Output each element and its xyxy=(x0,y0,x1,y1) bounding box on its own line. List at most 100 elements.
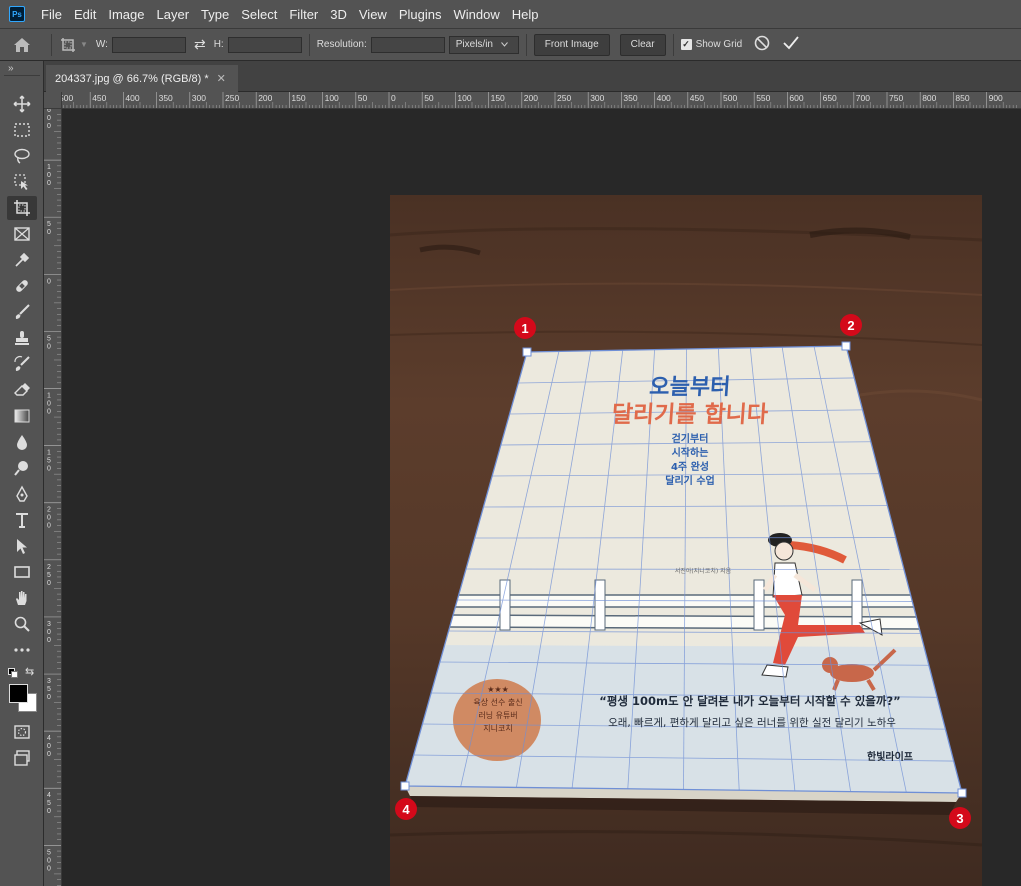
menu-select[interactable]: Select xyxy=(235,0,283,29)
move-tool-icon[interactable] xyxy=(7,92,37,116)
menu-file[interactable]: File xyxy=(35,0,68,29)
collapse-panel-icon[interactable]: » xyxy=(8,63,14,74)
perspective-crop-preset-icon[interactable]: ▼ xyxy=(59,36,88,54)
dodge-tool-icon[interactable] xyxy=(7,456,37,480)
resolution-label: Resolution: xyxy=(316,39,367,50)
ruler-label: 100 xyxy=(325,93,339,103)
ruler-label: 500 xyxy=(62,93,73,103)
blur-tool-icon[interactable] xyxy=(7,430,37,454)
document-image[interactable]: 오늘부터 달리기를 합니다 걷기부터 시작하는 4주 완성 달리기 수업 서진아(지니… xyxy=(389,195,983,886)
marker-2: 2 xyxy=(840,314,862,336)
checkmark-icon: ✓ xyxy=(680,39,692,50)
ruler-label: 150 xyxy=(491,93,505,103)
subtitle-line: 4주 완성 xyxy=(670,462,710,473)
menu-layer[interactable]: Layer xyxy=(151,0,196,29)
ruler-label: 50 xyxy=(358,93,368,103)
hand-tool-icon[interactable] xyxy=(7,586,37,610)
chevron-down-icon xyxy=(501,42,508,47)
zoom-tool-icon[interactable] xyxy=(7,612,37,636)
menu-view[interactable]: View xyxy=(353,0,393,29)
gradient-tool-icon[interactable] xyxy=(7,404,37,428)
badge-line: 러닝 유튜버 xyxy=(478,711,518,720)
ruler-label: 100 xyxy=(47,164,51,187)
subtitle-line: 걷기부터 xyxy=(671,434,709,445)
photoshop-logo: Ps xyxy=(9,6,25,22)
brush-tool-icon[interactable] xyxy=(7,300,37,324)
menu-edit[interactable]: Edit xyxy=(68,0,102,29)
eyedropper-tool-icon[interactable] xyxy=(7,248,37,272)
home-icon[interactable] xyxy=(0,29,44,61)
menu-type[interactable]: Type xyxy=(195,0,235,29)
vertical-ruler[interactable]: 6001005005010015020025030035040045050055… xyxy=(44,109,62,886)
ruler-label: 500 xyxy=(723,93,737,103)
horizontal-ruler[interactable]: 5004504003503002502001501005005010015020… xyxy=(62,92,1021,109)
default-colors-icon[interactable] xyxy=(8,668,18,678)
crop-handle-bottom-left[interactable] xyxy=(400,781,410,791)
rectangle-tool-icon[interactable] xyxy=(7,560,37,584)
menu-image[interactable]: Image xyxy=(102,0,150,29)
canvas-area[interactable]: 오늘부터 달리기를 합니다 걷기부터 시작하는 4주 완성 달리기 수업 서진아(지니… xyxy=(62,109,1021,886)
cancel-icon[interactable] xyxy=(754,35,770,54)
crop-handle-top-right[interactable] xyxy=(841,341,851,351)
badge-text: ★★★ 육상 선수 출신 러닝 유튜버 지니코치 xyxy=(453,683,543,735)
book-subtitle: 걷기부터 시작하는 4주 완성 달리기 수업 xyxy=(640,433,740,489)
swap-icon[interactable]: ⇄ xyxy=(194,36,206,53)
options-bar: ▼ W: ⇄ H: Resolution: Pixels/in Front Im… xyxy=(0,29,1021,61)
ruler-label: 350 xyxy=(623,93,637,103)
pen-tool-icon[interactable] xyxy=(7,482,37,506)
ruler-label: 200 xyxy=(524,93,538,103)
show-grid-checkbox[interactable]: ✓ Show Grid xyxy=(680,39,742,50)
perspective-crop-tool-icon[interactable] xyxy=(7,196,37,220)
badge-line: 육상 선수 출신 xyxy=(473,698,523,707)
clone-stamp-tool-icon[interactable] xyxy=(7,326,37,350)
ruler-label: 800 xyxy=(922,93,936,103)
marker-1: 1 xyxy=(514,317,536,339)
menu-plugins[interactable]: Plugins xyxy=(393,0,448,29)
menu-bar: Ps File Edit Image Layer Type Select Filter 3D V… xyxy=(0,0,1021,29)
marquee-tool-icon[interactable] xyxy=(7,118,37,142)
book-title-line2: 달리기를 합니다 xyxy=(610,402,769,428)
crop-handle-top-left[interactable] xyxy=(522,347,532,357)
width-input[interactable] xyxy=(111,36,186,53)
resolution-input[interactable] xyxy=(370,36,445,53)
book-publisher: 한빛라이프 xyxy=(867,752,913,763)
foreground-color-swatch[interactable] xyxy=(9,684,28,703)
more-tools-icon[interactable] xyxy=(7,638,37,662)
units-value: Pixels/in xyxy=(455,39,493,50)
height-input[interactable] xyxy=(227,36,302,53)
ruler-label: 150 xyxy=(291,93,305,103)
subtitle-line: 시작하는 xyxy=(671,448,709,459)
commit-icon[interactable] xyxy=(782,35,800,54)
menu-help[interactable]: Help xyxy=(506,0,545,29)
ruler-label: 300 xyxy=(47,621,51,644)
close-icon[interactable]: ✕ xyxy=(217,72,226,85)
lasso-tool-icon[interactable] xyxy=(7,144,37,168)
clear-button[interactable]: Clear xyxy=(619,33,666,56)
menu-3d[interactable]: 3D xyxy=(324,0,353,29)
eraser-tool-icon[interactable] xyxy=(7,378,37,402)
ruler-label: 700 xyxy=(856,93,870,103)
width-label: W: xyxy=(95,39,108,50)
vertical-ruler-ticks: 6001005005010015020025030035040045050055… xyxy=(44,109,61,886)
menu-window[interactable]: Window xyxy=(447,0,505,29)
screen-mode-icon[interactable] xyxy=(7,746,37,770)
front-image-button[interactable]: Front Image xyxy=(533,33,610,56)
frame-tool-icon[interactable] xyxy=(7,222,37,246)
marker-4: 4 xyxy=(395,798,417,820)
healing-brush-tool-icon[interactable] xyxy=(7,274,37,298)
ruler-label: 400 xyxy=(657,93,671,103)
book-tagline: 오래, 빠르게, 편하게 달리고 싶은 러너를 위한 실전 달리기 노하우 xyxy=(608,717,896,729)
book-quote: “평생 100m도 안 달려본 내가 오늘부터 시작할 수 있을까?” xyxy=(599,694,901,708)
path-selection-tool-icon[interactable] xyxy=(7,534,37,558)
quick-mask-icon[interactable] xyxy=(7,720,37,744)
swap-colors-icon[interactable]: ⇆ xyxy=(25,665,34,678)
history-brush-tool-icon[interactable] xyxy=(7,352,37,376)
units-select[interactable]: Pixels/in xyxy=(448,35,519,54)
object-selection-tool-icon[interactable] xyxy=(7,170,37,194)
menu-filter[interactable]: Filter xyxy=(283,0,324,29)
type-tool-icon[interactable] xyxy=(7,508,37,532)
document-tab[interactable]: 204337.jpg @ 66.7% (RGB/8) * ✕ xyxy=(46,65,238,92)
crop-handle-bottom-right[interactable] xyxy=(957,788,967,798)
ruler-label: 650 xyxy=(823,93,837,103)
ruler-label: 450 xyxy=(47,792,51,815)
